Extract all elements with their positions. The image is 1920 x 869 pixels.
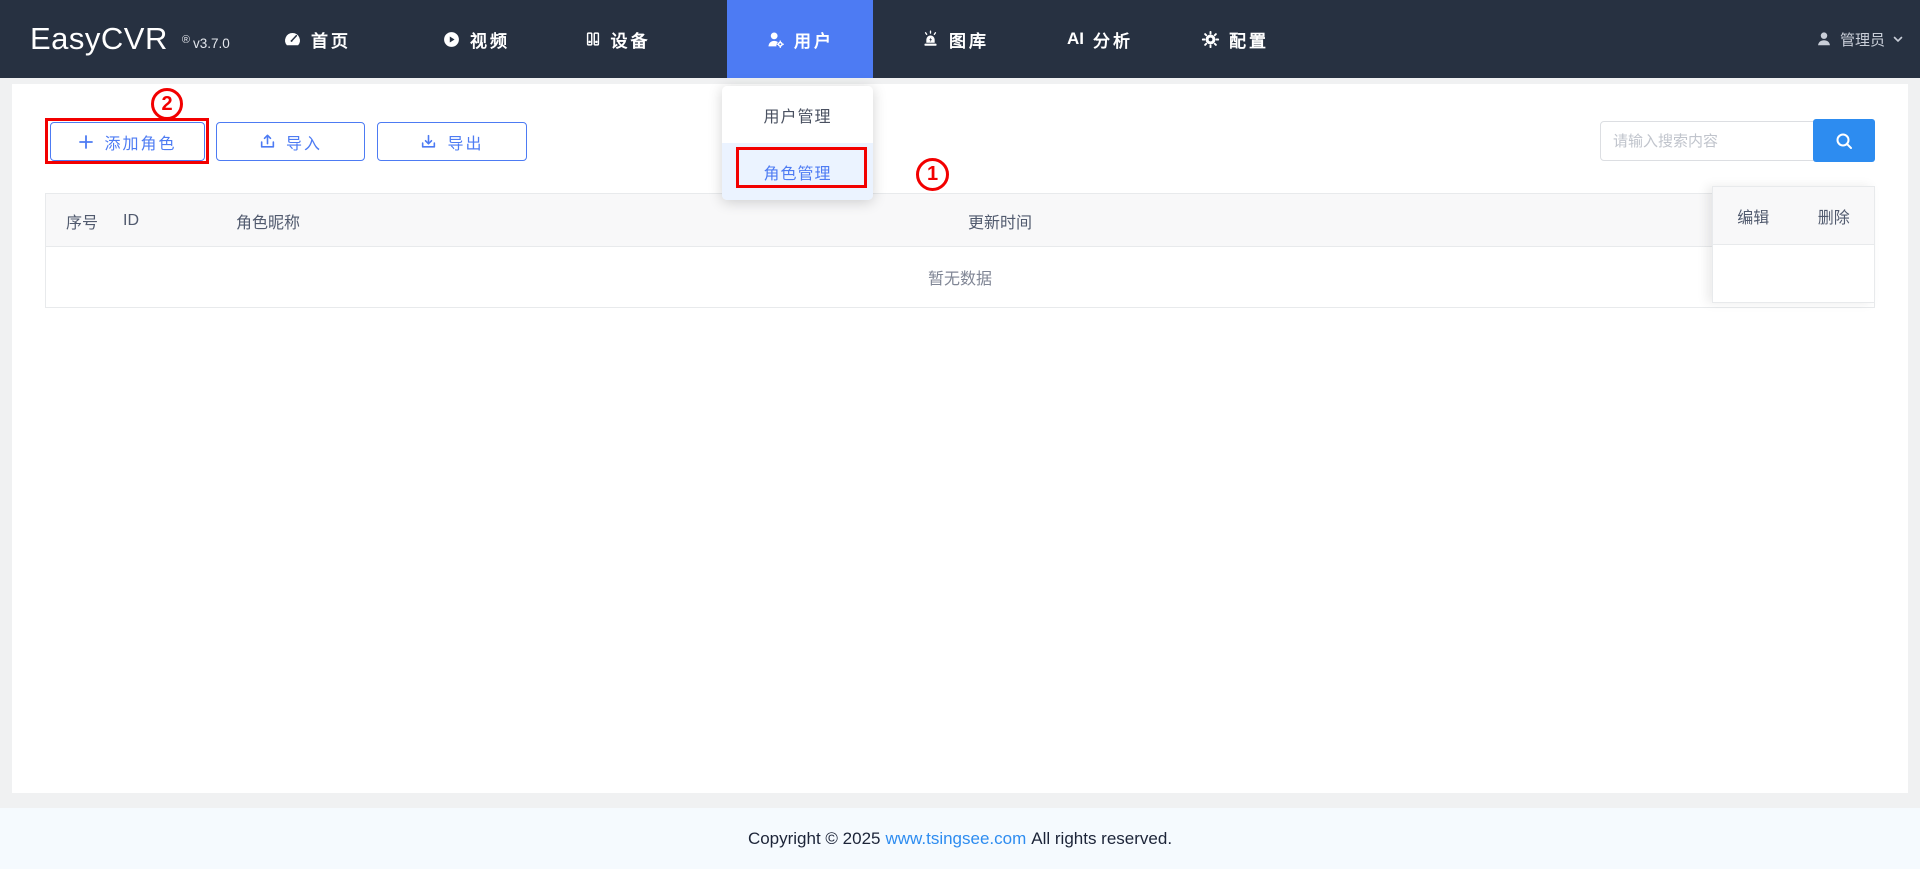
add-role-label: 添加角色 <box>104 135 177 153</box>
nav-item-user[interactable]: 用户 <box>727 0 873 78</box>
import-button[interactable]: 导入 <box>216 122 365 161</box>
dashboard-icon <box>283 30 302 49</box>
menu-item-user-management[interactable]: 用户管理 <box>722 86 873 143</box>
upload-icon <box>259 133 276 150</box>
search-input[interactable] <box>1600 121 1814 161</box>
column-header-id: ID <box>123 211 139 229</box>
download-icon <box>420 133 437 150</box>
column-header-role-nickname: 角色昵称 <box>236 214 301 232</box>
user-dropdown-menu: 用户管理 角色管理 <box>722 86 873 200</box>
nav-label-config: 配置 <box>1229 31 1269 51</box>
version-number: v3.7.0 <box>192 35 230 51</box>
siren-icon <box>921 29 940 49</box>
roles-table-actions-column: 编辑 删除 <box>1712 186 1875 303</box>
brand-logo[interactable]: EasyCVR ® v3.7.0 <box>30 0 230 78</box>
column-header-update-time: 更新时间 <box>968 214 1033 232</box>
nav-item-video[interactable]: 视频 <box>403 0 549 78</box>
brand-version: ® v3.7.0 <box>181 33 230 51</box>
user-gear-icon <box>766 30 785 49</box>
registered-mark: ® <box>181 33 190 46</box>
device-icon <box>584 30 602 48</box>
footer-link[interactable]: www.tsingsee.com <box>885 829 1026 849</box>
actions-column-header: 编辑 删除 <box>1713 187 1874 245</box>
import-label: 导入 <box>285 135 322 153</box>
nav-label-gallery: 图库 <box>949 31 989 51</box>
export-button[interactable]: 导出 <box>377 122 527 161</box>
menu-item-role-management[interactable]: 角色管理 <box>722 143 873 200</box>
nav-item-device[interactable]: 设备 <box>544 0 690 78</box>
gear-icon <box>1201 30 1220 49</box>
roles-table: 序号 ID 角色昵称 更新时间 暂无数据 <box>45 193 1875 308</box>
search-button[interactable] <box>1813 119 1875 162</box>
account-menu[interactable]: 管理员 <box>1815 0 1904 78</box>
nav-item-home[interactable]: 首页 <box>244 0 390 78</box>
nav-label-device: 设备 <box>610 31 651 51</box>
roles-table-header: 序号 ID 角色昵称 更新时间 <box>46 194 1874 247</box>
content-card <box>12 84 1908 793</box>
copyright-prefix: Copyright © 2025 <box>747 828 881 848</box>
add-role-button[interactable]: 添加角色 <box>50 122 205 161</box>
person-icon <box>1815 30 1833 48</box>
ai-text-icon: AI <box>1067 29 1084 48</box>
search-icon <box>1834 131 1854 151</box>
column-header-delete: 删除 <box>1817 209 1850 227</box>
play-icon <box>442 30 461 49</box>
account-name: 管理员 <box>1839 31 1885 49</box>
nav-item-config[interactable]: 配置 <box>1162 0 1308 78</box>
column-header-edit: 编辑 <box>1737 209 1770 227</box>
nav-label-user: 用户 <box>794 31 834 51</box>
column-header-index: 序号 <box>66 214 99 232</box>
copyright-suffix: All rights reserved. <box>1031 828 1173 848</box>
nav-item-ai-analysis[interactable]: AI 分析 <box>1027 0 1173 78</box>
chevron-down-icon <box>1892 33 1904 45</box>
top-navbar: EasyCVR ® v3.7.0 首页 视频 设备 用户 图库 AI 分析 配置… <box>0 0 1920 78</box>
nav-item-gallery[interactable]: 图库 <box>882 0 1028 78</box>
plus-icon <box>78 134 94 150</box>
nav-label-home: 首页 <box>311 31 351 51</box>
page-footer: Copyright © 2025 www.tsingsee.com All ri… <box>0 808 1920 869</box>
nav-label-video: 视频 <box>470 31 510 51</box>
export-label: 导出 <box>447 135 484 153</box>
nav-label-ai-analysis: 分析 <box>1093 31 1133 51</box>
table-empty-state: 暂无数据 <box>927 271 992 288</box>
brand-name: EasyCVR <box>30 21 168 56</box>
